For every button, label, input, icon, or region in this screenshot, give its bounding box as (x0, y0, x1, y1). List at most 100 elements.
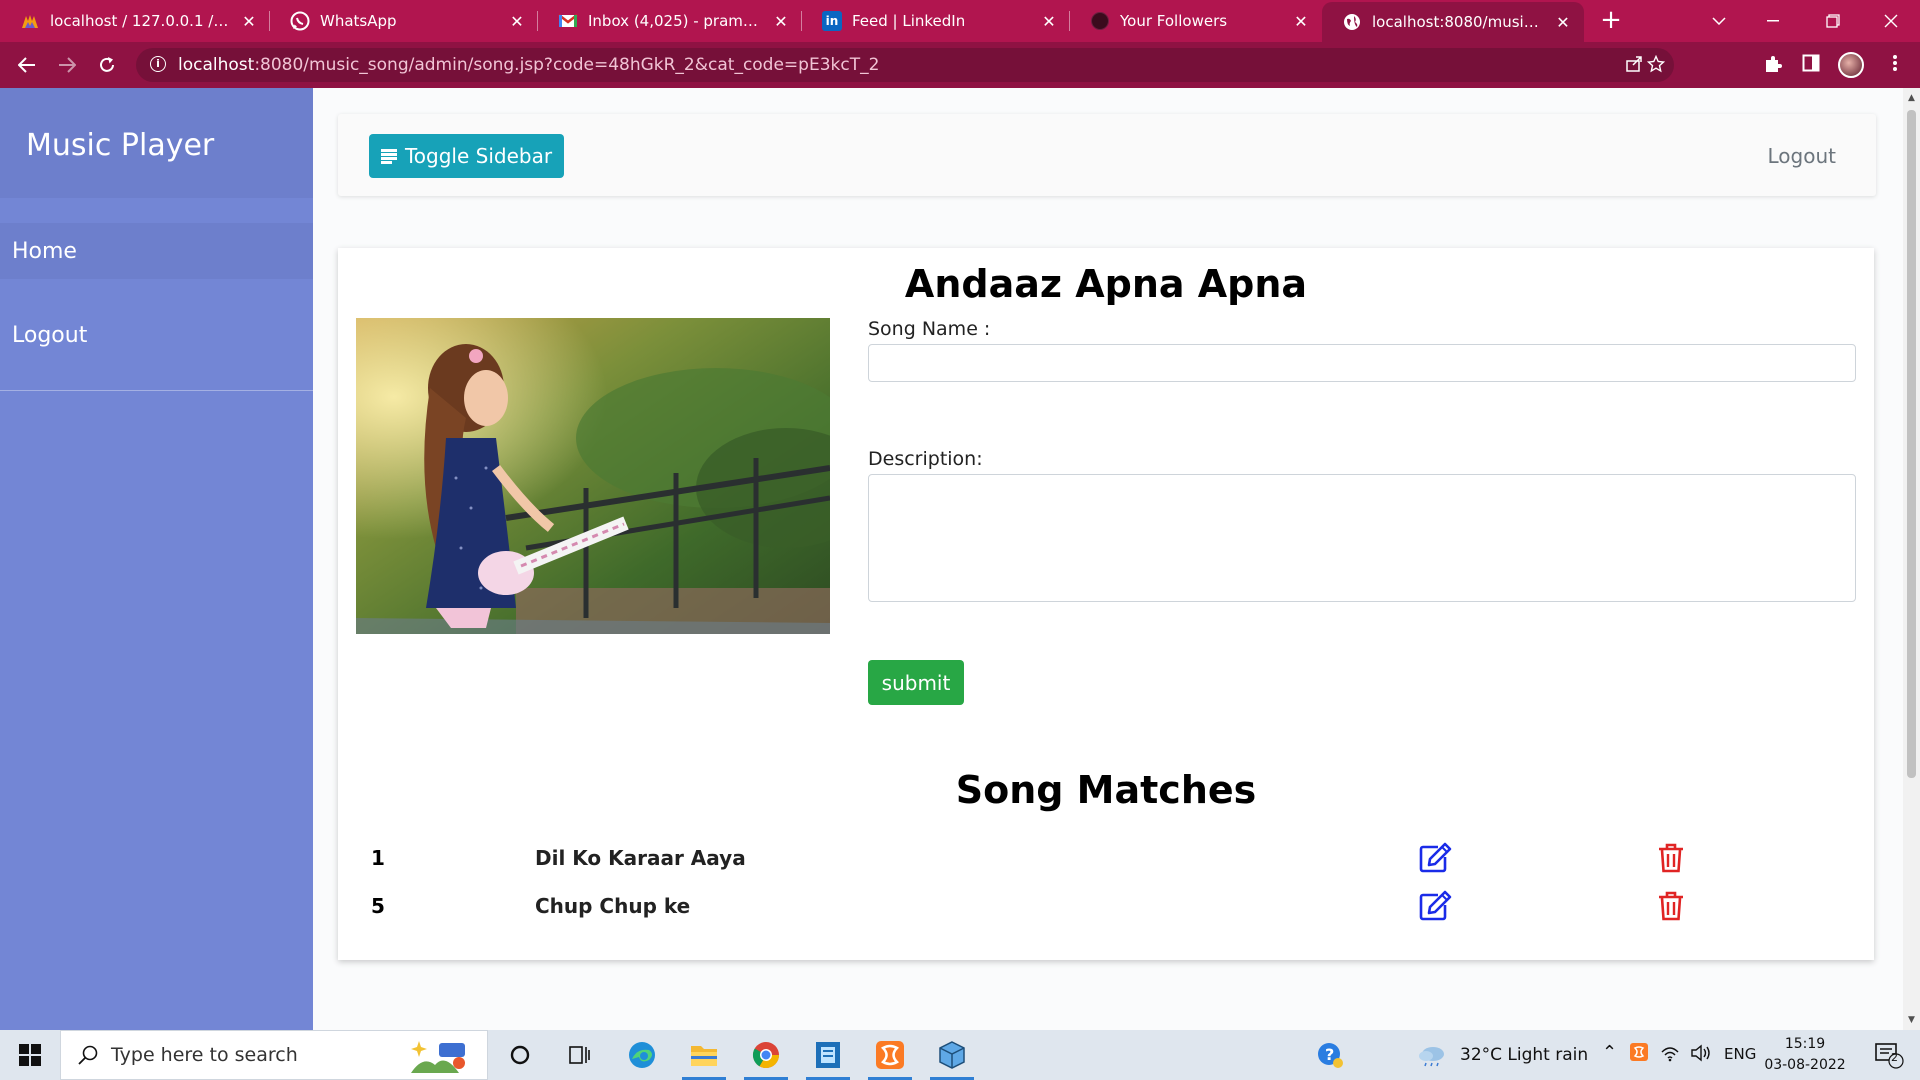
toggle-sidebar-label: Toggle Sidebar (404, 144, 553, 168)
close-tab-icon[interactable]: ✕ (772, 12, 790, 31)
tab-title: WhatsApp (320, 12, 397, 30)
top-navbar: Toggle Sidebar Logout (338, 114, 1876, 196)
song-name-input[interactable] (868, 344, 1856, 382)
navbar-logout-link[interactable]: Logout (1768, 144, 1836, 168)
sidebar-item-home[interactable]: Home (0, 223, 313, 279)
bookmark-star-icon[interactable] (1646, 54, 1666, 75)
tab-whatsapp[interactable]: WhatsApp ✕ (270, 0, 538, 42)
tab-linkedin[interactable]: in Feed | LinkedIn ✕ (802, 0, 1070, 42)
new-tab-icon[interactable]: + (1596, 6, 1626, 36)
close-tab-icon[interactable]: ✕ (1040, 12, 1058, 31)
chrome-icon[interactable] (736, 1030, 796, 1080)
windows-start-icon[interactable] (0, 1030, 60, 1080)
sidebar-item-label: Logout (12, 322, 88, 348)
url-text[interactable]: localhost:8080/music_song/admin/song.jsp… (178, 55, 879, 75)
tab-phpmyadmin[interactable]: localhost / 127.0.0.1 / pk2 / ✕ (0, 0, 270, 42)
tray-overflow-chevron-icon[interactable]: ⌃ (1602, 1042, 1617, 1063)
close-tab-icon[interactable]: ✕ (240, 12, 258, 31)
clock-time: 15:19 (1784, 1036, 1826, 1052)
trash-icon[interactable] (1656, 842, 1686, 874)
whatsapp-icon (290, 11, 310, 31)
web-page: Music Player Home Logout Toggle Sidebar … (0, 88, 1920, 1030)
gmail-icon (558, 11, 578, 31)
notepad-app-icon[interactable] (798, 1030, 858, 1080)
album-cover-image (356, 318, 830, 634)
browser-toolbar: i localhost:8080/music_song/admin/song.j… (0, 42, 1920, 88)
phpmyadmin-icon (20, 11, 40, 31)
album-title: Andaaz Apna Apna (904, 262, 1308, 306)
search-icon (77, 1044, 99, 1066)
wifi-icon[interactable] (1660, 1044, 1680, 1067)
tab-search-chevron-icon[interactable] (1690, 0, 1748, 42)
forward-arrow-icon[interactable] (52, 50, 82, 80)
weather-text[interactable]: 32°C Light rain (1460, 1045, 1588, 1065)
sidebar-divider (0, 390, 313, 391)
weather-cloud-icon[interactable] (1410, 1030, 1454, 1080)
address-bar[interactable]: i localhost:8080/music_song/admin/song.j… (136, 48, 1674, 82)
svg-text:?: ? (1325, 1045, 1334, 1064)
windows-taskbar: Type here to search ? 32°C Light rain ⌃ (0, 1030, 1920, 1080)
song-name: Chup Chup ke (535, 894, 691, 918)
clock-date: 03-08-2022 (1764, 1057, 1846, 1073)
file-explorer-icon[interactable] (674, 1030, 734, 1080)
edit-icon[interactable] (1418, 842, 1452, 874)
taskbar-search-box[interactable]: Type here to search (60, 1030, 488, 1080)
side-panel-icon[interactable] (1800, 54, 1822, 76)
close-window-icon[interactable] (1862, 0, 1920, 42)
edit-icon[interactable] (1418, 890, 1452, 922)
close-tab-icon[interactable]: ✕ (1554, 13, 1572, 32)
sidebar-brand: Music Player (0, 88, 313, 198)
xampp-tray-icon[interactable] (1630, 1043, 1648, 1066)
search-highlight-icon (409, 1039, 473, 1075)
close-tab-icon[interactable]: ✕ (508, 12, 526, 31)
language-indicator[interactable]: ENG (1724, 1045, 1756, 1063)
scrollbar-thumb[interactable] (1907, 110, 1916, 778)
help-icon[interactable]: ? (1300, 1030, 1360, 1080)
tab-title: Your Followers (1120, 12, 1228, 30)
song-name-label: Song Name : (868, 318, 991, 340)
restore-icon[interactable] (1804, 0, 1862, 42)
xampp-icon[interactable] (860, 1030, 920, 1080)
song-matches-title: Song Matches (955, 768, 1257, 812)
description-label: Description: (868, 448, 983, 470)
scroll-up-icon[interactable]: ▲ (1903, 90, 1920, 106)
volume-icon[interactable] (1690, 1044, 1712, 1067)
site-info-icon[interactable]: i (150, 56, 166, 72)
table-row: 1 Dil Ko Karaar Aaya (338, 838, 1874, 878)
cortana-icon[interactable] (490, 1030, 550, 1080)
scroll-down-icon[interactable]: ▼ (1903, 1012, 1920, 1028)
tab-music-song[interactable]: localhost:8080/music_song/ ✕ (1322, 2, 1584, 42)
tab-gmail[interactable]: Inbox (4,025) - pramodsaini ✕ (538, 0, 802, 42)
linkedin-icon: in (822, 11, 842, 31)
github-icon (1090, 11, 1110, 31)
description-textarea[interactable] (868, 474, 1856, 602)
song-card: Andaaz Apna Apna Song Name: Description… (338, 248, 1874, 960)
toggle-sidebar-button[interactable]: Toggle Sidebar (369, 134, 564, 178)
notifications-icon[interactable]: 2 (1864, 1030, 1914, 1080)
edge-icon[interactable] (612, 1030, 672, 1080)
tab-title: Feed | LinkedIn (852, 12, 966, 30)
virtualbox-icon[interactable] (922, 1030, 982, 1080)
close-tab-icon[interactable]: ✕ (1292, 12, 1310, 31)
song-id: 5 (371, 894, 385, 918)
browser-menu-icon[interactable] (1884, 54, 1906, 76)
trash-icon[interactable] (1656, 890, 1686, 922)
song-name: Dil Ko Karaar Aaya (535, 846, 746, 870)
song-id: 1 (371, 846, 385, 870)
globe-icon (1342, 12, 1362, 32)
sidebar-item-logout[interactable]: Logout (0, 307, 313, 363)
profile-avatar[interactable] (1838, 52, 1864, 78)
share-icon[interactable] (1624, 55, 1644, 75)
search-placeholder: Type here to search (111, 1044, 298, 1066)
task-view-icon[interactable] (550, 1030, 610, 1080)
tab-followers[interactable]: Your Followers ✕ (1070, 0, 1322, 42)
back-arrow-icon[interactable] (12, 50, 42, 80)
page-scrollbar[interactable]: ▲ ▼ (1903, 88, 1920, 1030)
taskbar-clock[interactable]: 15:19 03-08-2022 (1764, 1034, 1846, 1076)
extensions-puzzle-icon[interactable] (1762, 54, 1784, 76)
reload-icon[interactable] (92, 50, 122, 80)
minimize-icon[interactable] (1744, 0, 1802, 42)
align-left-icon (380, 149, 397, 164)
submit-button[interactable]: submit (868, 660, 964, 705)
notification-count: 2 (1891, 1051, 1898, 1064)
